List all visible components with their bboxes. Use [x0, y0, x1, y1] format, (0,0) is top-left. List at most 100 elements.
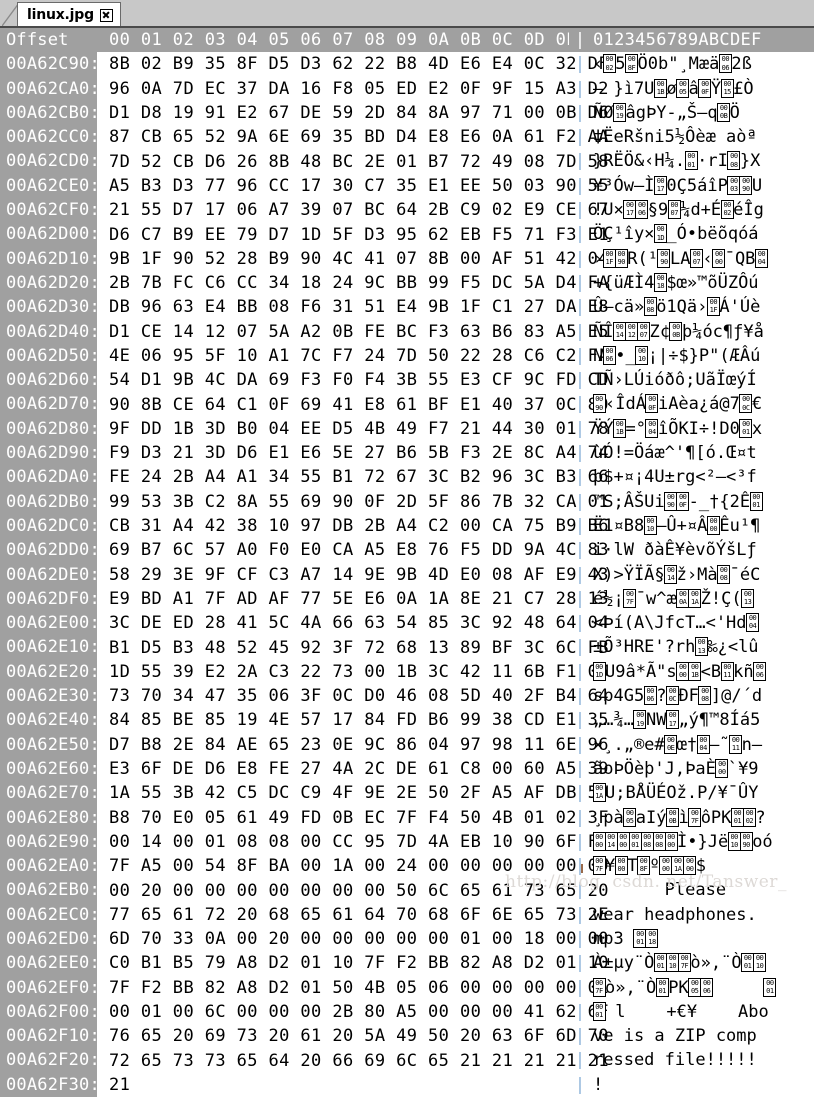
hex-row[interactable]: 00A62F10: 76 65 20 69 73 20 61 20 5A 49 5… — [0, 1024, 814, 1049]
row-hex-bytes[interactable]: 76 65 20 69 73 20 61 20 5A 49 50 20 63 6… — [97, 1026, 608, 1046]
row-hex-bytes[interactable]: 72 65 73 73 65 64 20 66 69 6C 65 21 21 2… — [97, 1051, 608, 1071]
row-ascii-text[interactable]: „…¾… 00 19 NW 00 17 „ý¶™8Íá5 — [591, 708, 814, 732]
row-ascii-text[interactable]: +{üÆÌ4 00 18 $œ»™õÜZÔú — [591, 271, 814, 295]
row-ascii-text[interactable]: sp4G5 00 06? 00 0C ÐF 00 08]@/´d — [591, 684, 814, 708]
row-hex-bytes[interactable]: 00 01 00 6C 00 00 00 2B 80 A5 00 00 00 4… — [97, 1002, 608, 1022]
hex-row[interactable]: 00A62DE0: 58 29 3E 9F CF C3 A7 14 9E 9B 4… — [0, 562, 814, 587]
row-hex-bytes[interactable]: 4E 06 95 5F 10 A1 7C F7 24 7D 50 22 28 C… — [97, 346, 608, 366]
row-ascii-text[interactable]: 00 00 00 14 00 00 00 01 00 08 00 08 00 00 Ì•}Jë 00 10 00 9… — [591, 830, 814, 854]
row-hex-bytes[interactable]: 84 85 BE 85 19 4E 57 17 84 FD B6 99 38 C… — [97, 710, 608, 730]
hex-row[interactable]: 00A62DD0: 69 B7 6C 57 A0 F0 E0 CA A5 E8 7… — [0, 538, 814, 563]
row-hex-bytes[interactable]: 90 8B CE 64 C1 0F 69 41 E8 61 BF E1 40 3… — [97, 395, 608, 415]
row-hex-bytes[interactable]: 54 D1 9B 4C DA 69 F3 F0 F4 3B 55 E3 CF 9… — [97, 370, 608, 390]
hex-row[interactable]: 00A62E90: 00 14 00 01 08 08 00 CC 95 7D 4… — [0, 829, 814, 855]
hex-row[interactable]: 00A62E60: E3 6F DE D6 E8 FE 27 4A 2C DE 6… — [0, 756, 814, 782]
row-hex-bytes[interactable]: F9 D3 21 3D D6 E1 E6 5E 27 B6 5B F3 2E 8… — [97, 443, 608, 463]
row-hex-bytes[interactable]: 96 0A 7D EC 37 DA 16 F8 05 ED E2 0F 9F 1… — [97, 79, 608, 99]
close-icon[interactable] — [99, 8, 113, 22]
row-ascii-text[interactable]: › 00 1F 00 90 R(¹ 00 90 LA 00 07 ‹ 00 00 ¯QB 00 04 — [591, 247, 814, 271]
row-ascii-text[interactable]: ùÓ!=Öáæ^'¶[ó.Œ¤t — [591, 441, 814, 465]
row-ascii-text[interactable]: ¥³Ów–Ì 00 17 0Ç5áîP 00 03 00 90 U — [591, 174, 814, 198]
row-ascii-text[interactable]: TÑ›LÚióðô;UãÏœýÍ — [591, 368, 814, 392]
hex-row[interactable]: 00A62CA0: 96 0A 7D EC 37 DA 16 F8 05 ED E… — [0, 76, 814, 101]
row-hex-bytes[interactable]: D1 D8 19 91 E2 67 DE 59 2D 84 8A 97 71 0… — [97, 103, 608, 123]
row-ascii-text[interactable]: ! — [591, 1073, 814, 1097]
hex-row[interactable]: 00A62D30: DB 96 63 E4 BB 08 F6 31 51 E4 9… — [0, 295, 814, 320]
row-ascii-text[interactable]: 00 1A U;BÅÜÉOž.P/¥¯ÛY — [591, 781, 814, 805]
row-ascii-text[interactable]: X)>ŸÏÃ§ 00 14 ž›Mà 00 08 ¯éC — [591, 563, 814, 587]
row-ascii-text[interactable]: – }ì7U 00 1B ø 00 05 â 00 0F Ÿ 00 15 £Ò — [591, 77, 814, 101]
row-hex-bytes[interactable]: 58 29 3E 9F CF C3 A7 14 9E 9B 4D E0 08 A… — [97, 565, 608, 585]
row-hex-bytes[interactable]: 00 20 00 00 00 00 00 00 00 50 6C 65 61 7… — [97, 881, 608, 901]
row-ascii-text[interactable]: ±Õ³HRE'?rh 00 13 ‰¿<lû — [591, 635, 814, 659]
row-ascii-text[interactable]: 00 1D U9â*Ã"s 00 00 00 1B <B 00 11 kñ 00 06 — [591, 660, 814, 684]
row-ascii-text[interactable]: 00 90 ‹ÎdÁ 00 0F iAèa¿á@7 00 0C € — [591, 392, 814, 416]
row-hex-bytes[interactable]: 7F F2 BB 82 A8 D2 01 50 4B 05 06 00 00 0… — [97, 978, 608, 998]
row-hex-bytes[interactable]: A5 B3 D3 77 96 CC 17 30 C7 35 E1 EE 50 0… — [97, 176, 608, 196]
hex-row[interactable]: 00A62CB0: D1 D8 19 91 E2 67 DE 59 2D 84 8… — [0, 100, 814, 126]
row-hex-bytes[interactable]: B1 D5 B3 48 52 45 92 3F 72 68 13 89 BF 3… — [97, 638, 608, 658]
row-hex-bytes[interactable]: 2B 7B FC C6 CC 34 18 24 9C BB 99 F5 DC 5… — [97, 273, 608, 293]
row-hex-bytes[interactable]: 77 65 61 72 20 68 65 61 64 70 68 6F 6E 6… — [97, 905, 608, 925]
hex-row[interactable]: 00A62D20: 2B 7B FC C6 CC 34 18 24 9C BB 9… — [0, 270, 814, 296]
hex-row[interactable]: 00A62E70: 1A 55 3B 42 C5 DC C9 4F 9E 2E 5… — [0, 781, 814, 806]
row-ascii-text[interactable]: }RËÖ&‹H¼. 00 01 ·rI 00 08}X — [591, 149, 814, 173]
row-hex-bytes[interactable]: 7D 52 CB D6 26 8B 48 BC 2E 01 B7 72 49 0… — [97, 152, 608, 172]
hex-row[interactable]: 00A62ED0: 6D 70 33 0A 00 20 00 00 00 00 0… — [0, 926, 814, 952]
row-ascii-text[interactable]: !U× 00 17 00 06 §9 00 07 ¼d+É 00 02 éÎg — [591, 198, 814, 222]
row-hex-bytes[interactable]: D7 B8 2E 84 AE 65 23 0E 9C 86 04 97 98 1… — [97, 735, 608, 755]
hex-row[interactable]: 00A62DA0: FE 24 2B A4 A1 34 55 B1 72 67 3… — [0, 465, 814, 490]
row-hex-bytes[interactable]: C0 B1 B5 79 A8 D2 01 10 7F F2 BB 82 A8 D… — [97, 953, 608, 973]
row-ascii-text[interactable]: é½¡ 00 7F ­¯w^æ 00 0A 00 1A Ž!Ç(00 13 — [591, 587, 814, 611]
hex-row[interactable]: 00A62E20: 1D 55 39 E2 2A C3 22 73 00 1B 3… — [0, 659, 814, 685]
row-hex-bytes[interactable]: E3 6F DE D6 E8 FE 27 4A 2C DE 61 C8 00 6… — [97, 759, 608, 779]
hex-row[interactable]: 00A62C90: 8B 02 B9 35 8F D5 D3 62 22 B8 4… — [0, 52, 814, 77]
hex-row[interactable]: 00A62D40: D1 CE 14 12 07 5A A2 0B FE BC F… — [0, 319, 814, 344]
hex-row[interactable]: 00A62E80: B8 70 E0 05 61 49 FD 0B EC 7F F… — [0, 805, 814, 830]
row-ascii-text[interactable]: ™S;ÂŠUi 00 90 00 0F -_†{2Ê 00 01 — [591, 490, 814, 514]
row-hex-bytes[interactable]: 3C DE ED 28 41 5C 4A 66 63 54 85 3C 92 4… — [97, 613, 608, 633]
hex-row[interactable]: 00A62EF0: 7F F2 BB 82 A8 D2 01 50 4B 05 0… — [0, 975, 814, 1000]
row-ascii-text[interactable]: ‡ËeRšni5½Ôèæ aòª — [591, 125, 814, 149]
row-ascii-text[interactable]: ve is a ZIP comp — [591, 1024, 814, 1048]
row-hex-bytes[interactable]: 87 CB 65 52 9A 6E 69 35 BD D4 E8 E6 0A 6… — [97, 127, 608, 147]
hex-row[interactable]: 00A62D10: 9B 1F 90 52 28 B9 90 4C 41 07 8… — [0, 246, 814, 271]
row-hex-bytes[interactable]: 00 14 00 01 08 08 00 CC 95 7D 4A EB 10 9… — [97, 832, 608, 852]
hex-row[interactable]: 00A62CE0: A5 B3 D3 77 96 CC 17 30 C7 35 E… — [0, 173, 814, 199]
row-hex-bytes[interactable]: 1A 55 3B 42 C5 DC C9 4F 9E 2E 50 2F A5 A… — [97, 783, 608, 803]
hex-row[interactable]: 00A62D60: 54 D1 9B 4C DA 69 F3 F0 F4 3B 5… — [0, 368, 814, 393]
row-hex-bytes[interactable]: 1D 55 39 E2 2A C3 22 73 00 1B 3C 42 11 6… — [97, 662, 608, 682]
hex-row[interactable]: 00A62CF0: 21 55 D7 17 06 A7 39 07 BC 64 2… — [0, 198, 814, 223]
row-hex-bytes[interactable]: DB 96 63 E4 BB 08 F6 31 51 E4 9B 1F C1 2… — [97, 297, 608, 317]
hex-row[interactable]: 00A62DB0: 99 53 3B C2 8A 55 69 90 0F 2D 5… — [0, 489, 814, 514]
row-hex-bytes[interactable]: 6D 70 33 0A 00 20 00 00 00 00 00 01 00 1… — [97, 929, 608, 949]
row-ascii-text[interactable]: þ$+¤¡4U±rg<²–<³f — [591, 465, 814, 489]
row-hex-bytes[interactable]: 9F DD 1B 3D B0 04 EE D5 4B 49 F7 21 44 3… — [97, 419, 608, 439]
row-ascii-text[interactable]: À±µy¨Ò 00 01 00 10 00 7F ò»‚¨Ò 00 01 00 10 — [591, 951, 814, 975]
row-ascii-text[interactable]: 00 01 l +€¥ Abo — [591, 1000, 814, 1024]
row-ascii-text[interactable]: wear headphones. — [591, 903, 814, 927]
hex-row[interactable]: 00A62EE0: C0 B1 B5 79 A8 D2 01 10 7F F2 B… — [0, 951, 814, 976]
hex-row[interactable]: 00A62F30: 21 |! — [0, 1072, 814, 1097]
row-ascii-text[interactable]: Û–cä» 00 08 ö1Qä› 00 1F Á'Úè — [591, 295, 814, 319]
hex-row[interactable]: 00A62D00: D6 C7 B9 EE 79 D7 1D 5F D3 95 6… — [0, 222, 814, 247]
hex-row[interactable]: 00A62E00: 3C DE ED 28 41 5C 4A 66 63 54 8… — [0, 611, 814, 636]
row-ascii-text[interactable]: ãoÞÖèþ'J,ÞaÈ 00 00 `¥9 — [591, 757, 814, 781]
hex-row[interactable]: 00A62DF0: E9 BD A1 7F AD AF 77 5E E6 0A 1… — [0, 586, 814, 612]
row-hex-bytes[interactable]: D1 CE 14 12 07 5A A2 0B FE BC F3 63 B6 8… — [97, 322, 608, 342]
row-ascii-text[interactable]: ¸pà 00 05 aIý 00 0B ì 00 7F ôPK 00 01 00 02? — [591, 806, 814, 830]
row-hex-bytes[interactable]: FE 24 2B A4 A1 34 55 B1 72 67 3C B2 96 3… — [97, 467, 608, 487]
row-hex-bytes[interactable]: 73 70 34 47 35 06 3F 0C D0 46 08 5D 40 2… — [97, 686, 608, 706]
row-ascii-text[interactable]: ÖÇ¹îy× 00 1D _Ó•bëõqóá — [591, 222, 814, 246]
hex-row[interactable]: 00A62E30: 73 70 34 47 35 06 3F 0C D0 46 0… — [0, 684, 814, 709]
hex-row[interactable]: 00A62CD0: 7D 52 CB D6 26 8B 48 BC 2E 01 B… — [0, 149, 814, 174]
row-hex-bytes[interactable]: E9 BD A1 7F AD AF 77 5E E6 0A 1A 8E 21 C… — [97, 589, 608, 609]
row-ascii-text[interactable]: ÑÎ 00 14 00 12 00 07 Z¢ 00 0B þ¼óc¶ƒ¥å — [591, 320, 814, 344]
row-ascii-text[interactable]: i·lW ðàÊ¥èvõÝšLƒ — [591, 538, 814, 562]
hex-row[interactable]: 00A62EC0: 77 65 61 72 20 68 65 61 64 70 6… — [0, 902, 814, 927]
tab-linux-jpg[interactable]: linux.jpg — [17, 2, 121, 27]
row-hex-bytes[interactable]: 8B 02 B9 35 8F D5 D3 62 22 B8 4D E6 E4 0… — [97, 54, 608, 74]
hex-row[interactable]: 00A62F00: 00 01 00 6C 00 00 00 2B 80 A5 0… — [0, 999, 814, 1025]
row-hex-bytes[interactable]: 9B 1F 90 52 28 B9 90 4C 41 07 8B 00 AF 5… — [97, 249, 608, 269]
hex-row[interactable]: 00A62CC0: 87 CB 65 52 9A 6E 69 35 BD D4 E… — [0, 125, 814, 150]
